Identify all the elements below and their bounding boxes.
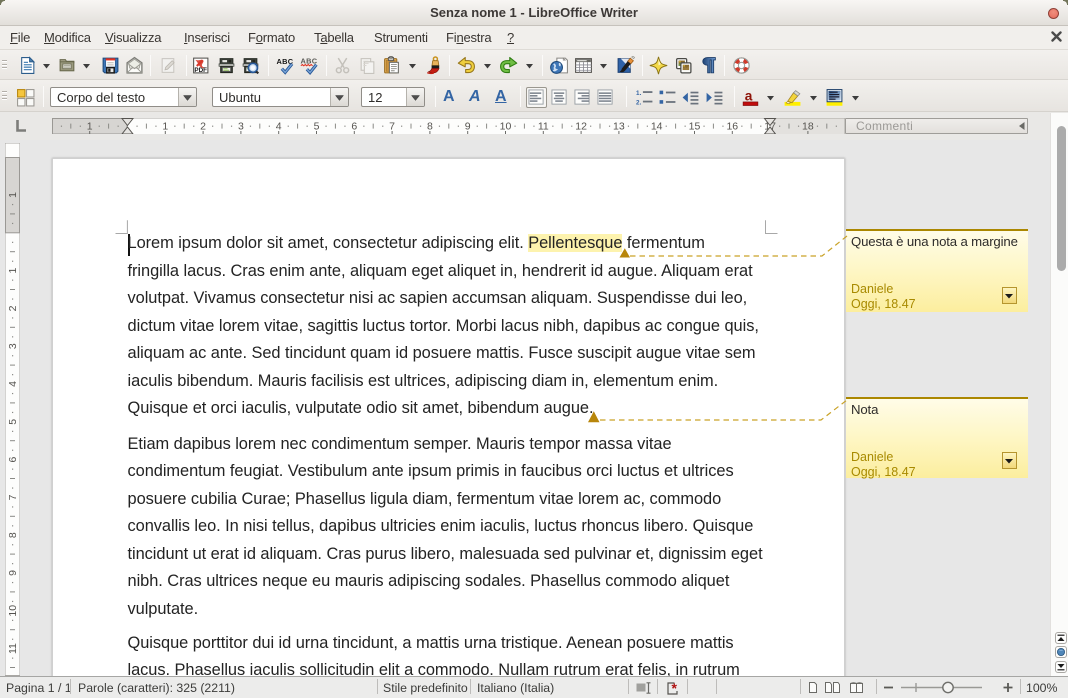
svg-text:*: * [671, 682, 677, 695]
